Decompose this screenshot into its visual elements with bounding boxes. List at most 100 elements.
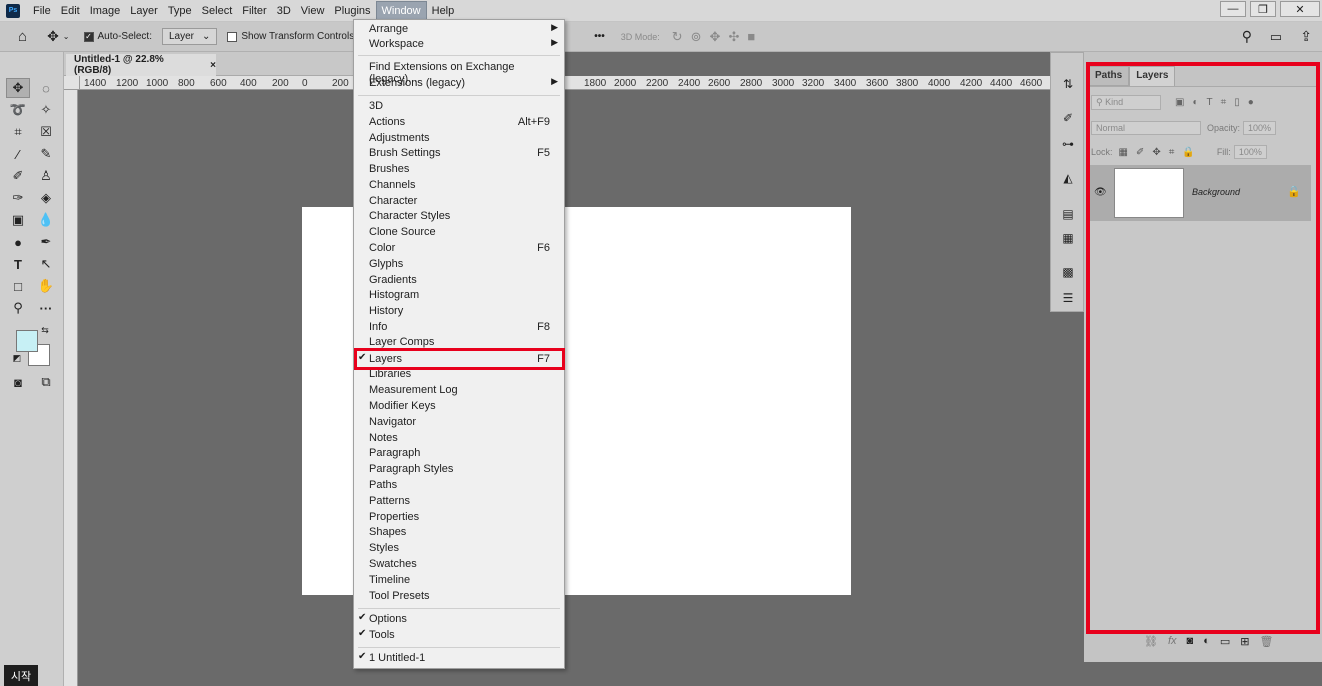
sliders-panel-icon[interactable]: ☰ [1059,289,1077,307]
auto-select-checkbox[interactable]: ✓ [83,31,94,42]
properties-panel-icon[interactable]: ▤ [1059,205,1077,223]
brushes-panel-icon[interactable]: ✐ [1059,109,1077,127]
adjustments-panel-icon[interactable]: ⊶ [1059,135,1077,153]
marquee-tool-icon[interactable]: ◌ [34,78,58,98]
close-tab-icon[interactable]: × [210,60,216,71]
healing-brush-tool-icon[interactable]: ✎ [34,144,58,164]
menu-item-glyphs[interactable]: Glyphs [354,257,564,273]
menu-item-styles[interactable]: Styles [354,541,564,557]
menu-plugins[interactable]: Plugins [329,2,375,20]
menu-item-character[interactable]: Character [354,194,564,210]
menu-item-3d[interactable]: 3D [354,99,564,115]
menu-item-workspace[interactable]: Workspace ▶ [354,37,564,53]
menu-view[interactable]: View [296,2,330,20]
new-layer-icon[interactable]: ⊞ [1240,635,1249,648]
fill-input[interactable]: 100% [1233,145,1267,159]
menu-item-paths[interactable]: Paths [354,478,564,494]
menu-image[interactable]: Image [85,2,126,20]
menu-item-layers[interactable]: ✔ Layers F7 [354,352,564,368]
crop-tool-icon[interactable]: ⌗ [6,122,30,142]
magic-wand-tool-icon[interactable]: ✧ [34,100,58,120]
menu-item-character-styles[interactable]: Character Styles [354,209,564,225]
notes-panel-icon[interactable]: ▦ [1059,229,1077,247]
menu-type[interactable]: Type [163,2,197,20]
history-panel-icon[interactable]: ⇅ [1059,75,1077,93]
brush-tool-icon[interactable]: ✐ [6,166,30,186]
menu-item-timeline[interactable]: Timeline [354,573,564,589]
frame-tool-icon[interactable]: ☒ [34,122,58,142]
close-window-button[interactable]: ✕ [1280,1,1320,17]
menu-item-paragraph-styles[interactable]: Paragraph Styles [354,462,564,478]
layer-filter-dropdown[interactable]: ⚲ Kind [1091,95,1161,110]
tab-layers[interactable]: Layers [1129,66,1176,86]
menu-item-color[interactable]: Color F6 [354,241,564,257]
swap-colors-icon[interactable]: ⇆ [38,324,52,336]
menu-item-modifier-keys[interactable]: Modifier Keys [354,399,564,415]
menu-item-brushes[interactable]: Brushes [354,162,564,178]
more-options-icon[interactable]: ••• [594,31,605,42]
menu-item-tools[interactable]: ✔ Tools [354,628,564,644]
menu-item-gradients[interactable]: Gradients [354,273,564,289]
menu-item-history[interactable]: History [354,304,564,320]
menu-select[interactable]: Select [197,2,238,20]
menu-item-extensions[interactable]: Extensions (legacy) ▶ [354,76,564,92]
menu-item-navigator[interactable]: Navigator [354,415,564,431]
blend-mode-dropdown[interactable]: Normal [1091,121,1201,135]
search-icon[interactable]: ⚲ [1242,28,1252,45]
default-colors-icon[interactable]: ◩ [10,352,24,364]
menu-item-histogram[interactable]: Histogram [354,288,564,304]
menu-item-brush-settings[interactable]: Brush Settings F5 [354,146,564,162]
screen-mode-icon[interactable]: ⧉ [34,372,58,392]
menu-item-properties[interactable]: Properties [354,510,564,526]
link-layers-icon[interactable]: ⛓ [1144,635,1158,648]
type-tool-icon[interactable]: T [6,254,30,274]
menu-item-layer-comps[interactable]: Layer Comps [354,335,564,351]
fx-icon[interactable]: fx [1168,635,1177,648]
menu-item-untitled-1[interactable]: ✔ 1 Untitled-1 [354,651,564,667]
menu-filter[interactable]: Filter [237,2,271,20]
start-button[interactable]: 시작 [4,665,38,686]
lasso-tool-icon[interactable]: ➰ [6,100,30,120]
menu-edit[interactable]: Edit [56,2,85,20]
restore-button[interactable]: ❐ [1250,1,1276,17]
path-selection-tool-icon[interactable]: ↖ [34,254,58,274]
add-mask-icon[interactable]: ◙ [1187,635,1194,648]
menu-item-channels[interactable]: Channels [354,178,564,194]
dodge-tool-icon[interactable]: ● [6,232,30,252]
move-tool-icon[interactable]: ✥ [6,78,30,98]
layer-row-background[interactable]: 👁 Background 🔒 [1089,165,1311,221]
menu-item-clone-source[interactable]: Clone Source [354,225,564,241]
delete-layer-icon[interactable]: 🗑 [1259,635,1273,648]
menu-item-notes[interactable]: Notes [354,431,564,447]
swatches-panel-icon[interactable]: ▩ [1059,263,1077,281]
menu-window[interactable]: Window [375,0,427,21]
menu-help[interactable]: Help [427,2,460,20]
document-tab[interactable]: Untitled-1 @ 22.8% (RGB/8) × [66,54,216,76]
menu-item-tool-presets[interactable]: Tool Presets [354,589,564,605]
eyedropper-tool-icon[interactable]: ⁄ [6,144,30,164]
minimize-button[interactable]: — [1220,1,1246,17]
eye-icon[interactable]: 👁 [1094,187,1107,198]
history-brush-tool-icon[interactable]: ✑ [6,188,30,208]
menu-file[interactable]: File [28,2,56,20]
lock-options-icons[interactable]: ▦✐✥⌗🔒 [1119,147,1203,158]
menu-item-libraries[interactable]: Libraries [354,367,564,383]
adjustment-layer-icon[interactable]: ◐ [1203,635,1210,648]
show-transform-checkbox[interactable] [227,31,238,42]
gradient-tool-icon[interactable]: ▣ [6,210,30,230]
chevron-down-icon[interactable]: ⌄ [63,32,70,41]
auto-select-dropdown[interactable]: Layer ⌄ [161,28,218,45]
menu-item-swatches[interactable]: Swatches [354,557,564,573]
menu-item-actions[interactable]: Actions Alt+F9 [354,115,564,131]
menu-3d[interactable]: 3D [272,2,296,20]
menu-item-measurement-log[interactable]: Measurement Log [354,383,564,399]
zoom-tool-icon[interactable]: ⚲ [6,298,30,318]
menu-layer[interactable]: Layer [125,2,163,20]
menu-item-info[interactable]: Info F8 [354,320,564,336]
opacity-input[interactable]: 100% [1243,121,1277,135]
layer-filter-icons[interactable]: ▣◐T⌗▯● [1175,97,1262,108]
stamp-tool-icon[interactable]: ♙ [34,166,58,186]
new-group-icon[interactable]: ▭ [1220,635,1230,648]
rectangle-tool-icon[interactable]: □ [6,276,30,296]
lock-icon[interactable]: 🔒 [1287,185,1301,198]
